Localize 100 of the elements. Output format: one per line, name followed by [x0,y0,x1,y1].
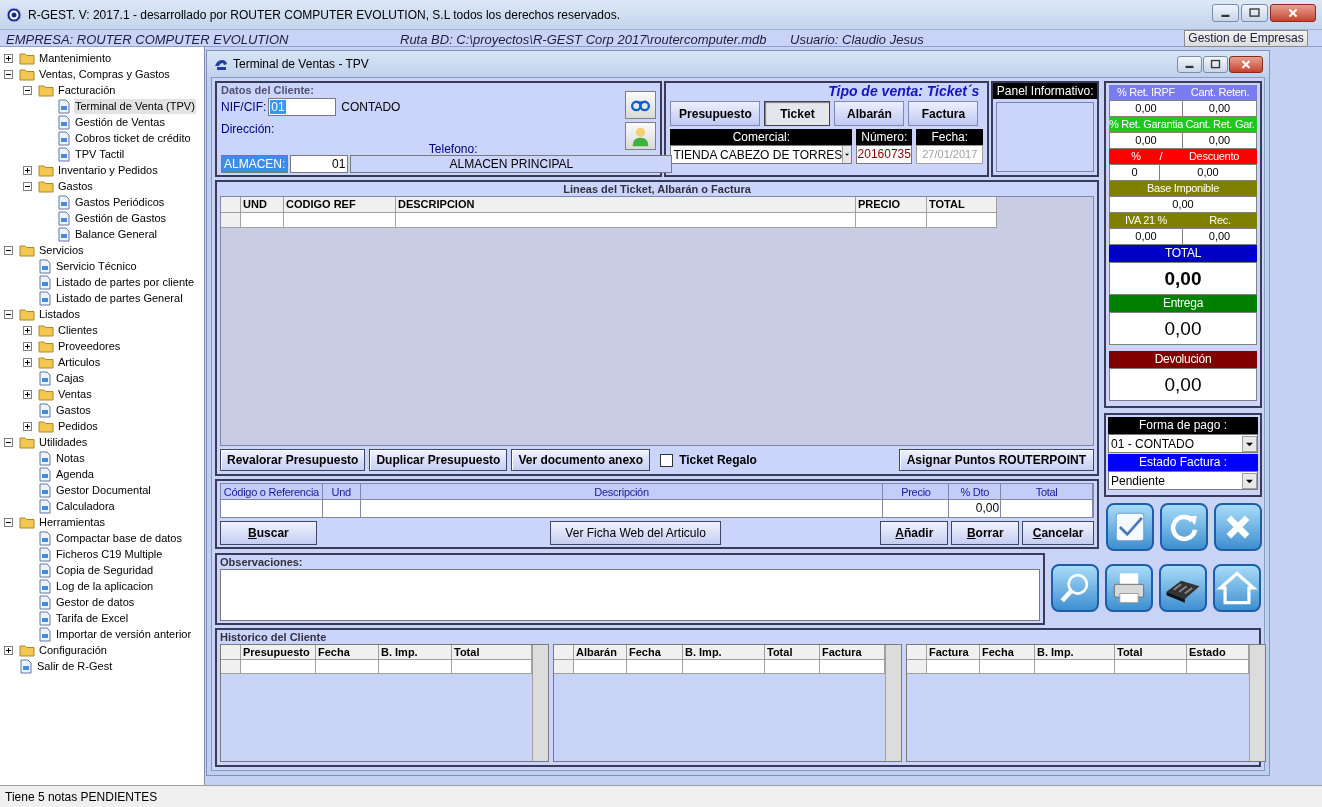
expand-toggle-icon[interactable] [23,389,32,399]
document-icon [57,226,71,242]
action-button[interactable]: Duplicar Presupuesto [369,449,508,471]
expand-toggle-icon[interactable] [23,165,32,175]
document-icon [38,450,52,466]
action-button[interactable]: Revalorar Presupuesto [220,449,366,471]
company-manager-button[interactable]: Gestion de Empresas [1184,30,1308,47]
collapse-toggle-icon[interactable] [4,309,13,319]
collapse-toggle-icon[interactable] [4,517,13,527]
expand-toggle-icon[interactable] [23,325,32,335]
maximize-button[interactable] [1241,4,1268,22]
sale-type-tab[interactable]: Presupuesto [670,101,761,126]
row-header-cell [221,645,241,660]
row-header-cell [554,660,574,674]
column-header: UND [241,197,284,213]
tree-item[interactable]: Terminal de Venta (TPV) [74,98,196,114]
row-header-cell [221,660,241,674]
field-label: Dirección: [221,122,276,136]
maximize-button[interactable] [1203,55,1228,73]
table-cell[interactable]: 0,00 [949,500,1002,517]
minimize-button[interactable] [1177,55,1202,73]
close-button[interactable] [1214,503,1262,551]
checkbox-label: Ticket Regalo [679,452,757,469]
header-label: Base Imponible [1146,181,1220,196]
column-header: TOTAL [927,197,997,213]
row-header-cell [907,660,927,674]
expand-toggle-icon[interactable] [23,421,32,431]
document-icon [38,626,52,642]
column-header: B. Imp. [683,645,765,660]
refresh-button[interactable] [1160,503,1208,551]
document-icon [38,594,52,610]
close-button[interactable] [1229,55,1263,73]
scrollbar[interactable] [1249,645,1265,761]
column-header: Fecha [316,645,379,660]
action-button[interactable]: Añadir [880,521,949,545]
scrollbar[interactable] [532,645,548,761]
scrollbar[interactable] [885,645,901,761]
column-header: Total [1115,645,1187,660]
collapse-toggle-icon[interactable] [23,181,32,191]
document-icon [38,274,52,290]
number-field[interactable]: 20160735 [856,145,913,164]
sale-type-tab[interactable]: Albarán [834,101,905,126]
search-button[interactable] [1051,564,1099,612]
header-label: % Ret. IRPF [1115,85,1177,100]
document-icon [38,498,52,514]
warehouse-label: ALMACEN: [221,155,289,173]
document-icon [38,290,52,306]
sale-type-tab[interactable]: Ticket [764,101,831,126]
table-cell[interactable] [883,500,950,517]
document-icon [38,370,52,386]
document-icon [38,402,52,418]
confirm-button[interactable] [1106,503,1154,551]
payment-method-dropdown[interactable]: 01 - CONTADO [1108,434,1258,453]
collapse-toggle-icon[interactable] [23,85,32,95]
invoice-status-dropdown[interactable]: Pendiente [1108,471,1258,490]
column-header: Presupuesto [241,645,316,660]
person-button[interactable] [625,122,657,150]
column-header: Albarán [574,645,627,660]
table-cell[interactable] [322,500,361,517]
column-header: Fecha [980,645,1035,660]
checkbox[interactable] [660,453,674,467]
action-button[interactable]: Buscar [220,521,317,545]
binoculars-button[interactable] [625,91,657,119]
collapse-toggle-icon[interactable] [4,245,13,255]
notes-field[interactable] [220,569,1040,621]
expand-toggle-icon[interactable] [4,53,13,63]
sale-type-tab[interactable]: Factura [908,101,979,126]
document-icon [38,546,52,562]
table-cell[interactable] [360,500,884,517]
home-button[interactable] [1213,564,1261,612]
action-button[interactable]: Ver Ficha Web del Articulo [549,521,722,545]
collapse-toggle-icon[interactable] [4,69,13,79]
document-icon [38,562,52,578]
minimize-button[interactable] [1212,4,1239,22]
cash-drawer-button[interactable] [1159,564,1207,612]
action-button[interactable]: Asignar Puntos ROUTERPOINT [898,449,1094,471]
expand-toggle-icon[interactable] [23,357,32,367]
table-cell[interactable] [221,500,323,517]
folder-icon [38,355,54,369]
table-cell [856,213,927,228]
expand-toggle-icon[interactable] [23,341,32,351]
warehouse-code-field[interactable]: 01 [290,155,349,173]
salesperson-dropdown[interactable]: TIENDA CABEZO DE TORRES [670,145,853,164]
action-button[interactable]: Cancelar [1022,521,1094,545]
action-button[interactable]: Ver documento anexo [511,449,651,471]
collapse-toggle-icon[interactable] [4,437,13,447]
expand-toggle-icon[interactable] [4,645,13,655]
column-header: Und [322,484,361,499]
column-header: Total [765,645,820,660]
panel-heading: Observaciones: [220,555,304,569]
table-cell[interactable] [1001,500,1093,517]
header-label: Descuento [1187,149,1241,164]
printer-button[interactable] [1105,564,1153,612]
table-cell [765,660,820,674]
action-button[interactable]: Borrar [951,521,1020,545]
warehouse-name-field[interactable]: ALMACEN PRINCIPAL [350,155,673,173]
table-cell [627,660,683,674]
close-button[interactable] [1270,4,1316,22]
panel-heading: Historico del Cliente [220,630,328,644]
sale-type-heading: Tipo de venta: Ticket´s [827,83,981,99]
